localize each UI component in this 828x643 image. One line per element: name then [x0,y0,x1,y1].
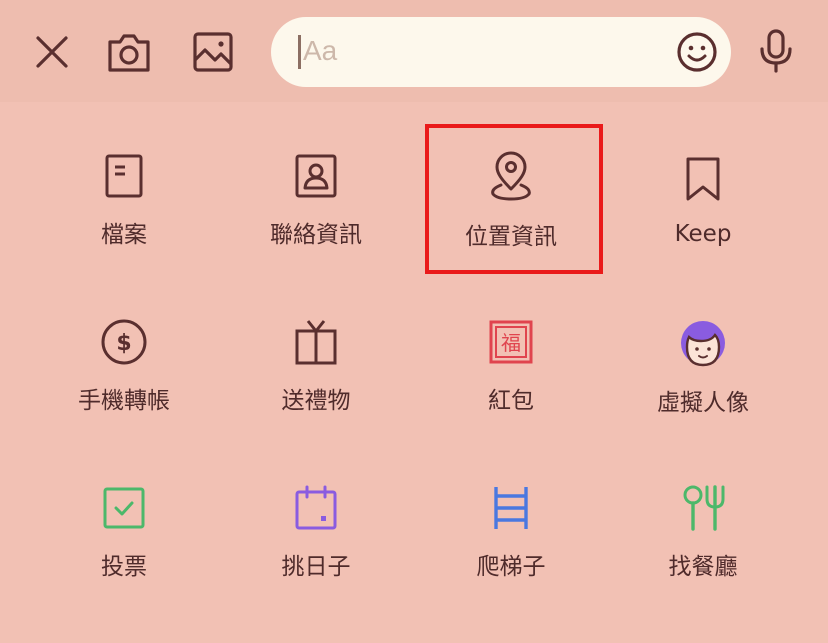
menu-item-red-envelope[interactable]: 福 紅包 [414,295,608,415]
menu-item-label: 紅包 [488,388,534,414]
menu-item-label: 虛擬人像 [657,390,749,416]
image-icon[interactable] [189,28,237,76]
selection-highlight [425,124,603,274]
fortune-glyph: 福 [501,331,521,355]
svg-text:$: $ [116,331,131,356]
chat-toolbar: Aa [0,0,828,102]
menu-item-label: 送禮物 [281,388,351,414]
microphone-icon[interactable] [752,26,800,76]
vote-check-icon [96,483,152,533]
bookmark-icon [675,151,731,207]
attachment-menu: 檔案 聯絡資訊 位置資訊 Keep $ 手機轉帳 送禮物 福 紅包 虛擬人像 投… [0,102,828,643]
contact-card-icon [288,151,344,201]
menu-item-restaurant[interactable]: 找餐廳 [606,461,800,581]
menu-item-vote[interactable]: 投票 [27,461,221,581]
avatar-icon [675,317,731,369]
menu-item-transfer[interactable]: $ 手機轉帳 [27,295,221,415]
menu-item-contact[interactable]: 聯絡資訊 [219,129,413,249]
menu-item-schedule[interactable]: 挑日子 [219,461,413,581]
menu-item-label: 檔案 [101,222,147,248]
menu-item-label: 找餐廳 [668,554,738,580]
menu-item-ladder[interactable]: 爬梯子 [414,461,608,581]
menu-item-file[interactable]: 檔案 [27,129,221,249]
close-icon[interactable] [30,30,74,74]
message-input[interactable]: Aa [271,17,731,87]
message-input-placeholder: Aa [303,35,338,66]
red-envelope-icon: 福 [483,317,539,367]
menu-item-gift[interactable]: 送禮物 [219,295,413,415]
gift-icon [288,317,344,367]
menu-item-keep[interactable]: Keep [606,129,800,249]
camera-icon[interactable] [104,28,154,76]
menu-item-label: 手機轉帳 [78,388,170,414]
restaurant-icon [675,483,731,533]
menu-item-avatar[interactable]: 虛擬人像 [606,295,800,416]
smiley-icon[interactable] [675,30,719,74]
menu-item-label: 爬梯子 [476,554,546,580]
menu-item-label: 投票 [101,554,147,580]
dollar-icon: $ [96,317,152,367]
menu-item-label: 挑日子 [281,554,351,580]
menu-item-label: 聯絡資訊 [270,222,362,248]
calendar-icon [288,483,344,533]
ladder-icon [483,483,539,533]
menu-item-label: Keep [674,221,732,247]
file-icon [96,151,152,201]
text-caret [298,35,301,69]
